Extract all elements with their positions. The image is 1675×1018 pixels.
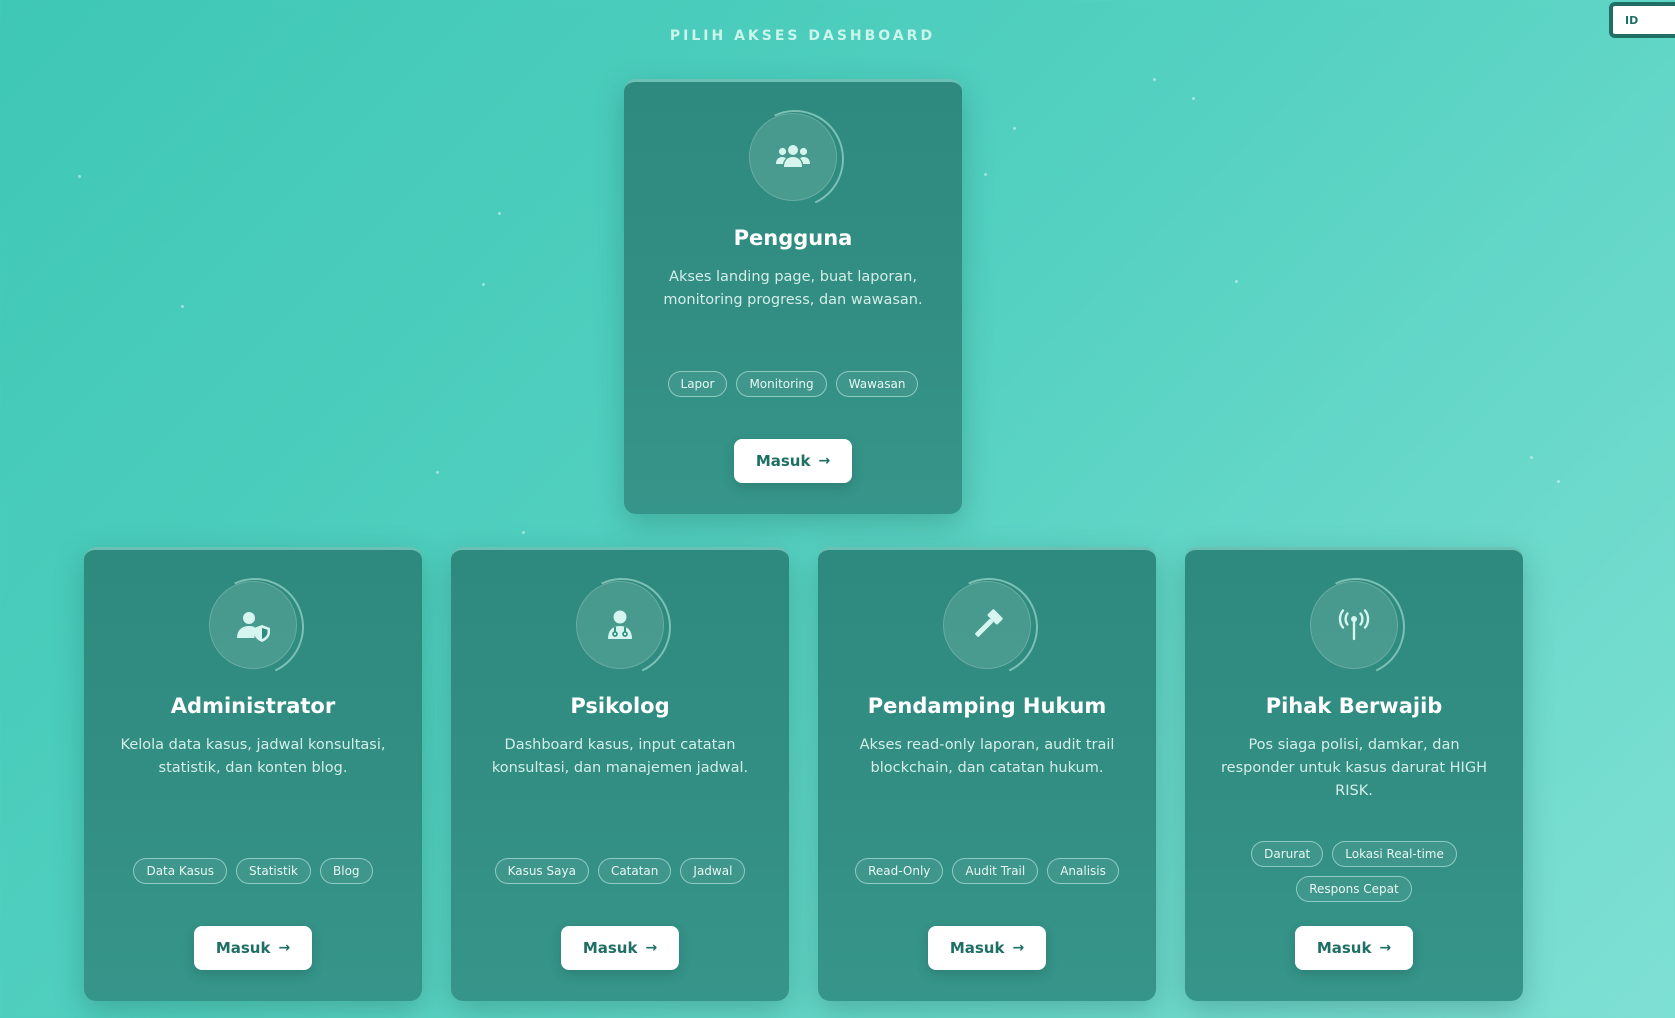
tag: Audit Trail [952,858,1039,884]
card-title: Administrator [170,694,336,718]
card-title: Pendamping Hukum [867,694,1107,718]
tag: Statistik [236,858,312,884]
particle [181,305,184,308]
tag-list: Kasus Saya Catatan Jadwal [461,858,779,884]
particle [498,212,501,215]
tag: Blog [320,858,373,884]
particle [436,471,439,474]
language-switcher[interactable]: ID [1609,2,1675,38]
arrow-right-icon: → [1012,940,1025,956]
particle [1530,456,1533,459]
arrow-right-icon: → [278,940,291,956]
button-label: Masuk [949,939,1005,957]
role-card-pihak-berwajib: Pihak Berwajib Pos siaga polisi, damkar,… [1185,547,1523,1001]
arrow-right-icon: → [818,453,831,469]
tag: Data Kasus [133,858,228,884]
particle [1013,127,1016,130]
tag-list: Lapor Monitoring Wawasan [634,371,952,397]
card-title: Psikolog [570,694,670,718]
role-card-psikolog: Psikolog Dashboard kasus, input catatan … [451,547,789,1001]
card-description: Akses read-only laporan, audit trail blo… [859,737,1115,776]
button-label: Masuk [582,939,638,957]
particle [1153,78,1156,81]
tag: Lapor [667,371,728,397]
tag: Kasus Saya [494,858,589,884]
role-icon-badge [576,581,664,669]
arrow-right-icon: → [1379,940,1392,956]
card-description: Pos siaga polisi, damkar, dan responder … [1221,737,1487,799]
particle [522,531,525,534]
button-label: Masuk [755,452,811,470]
role-icon-badge [749,113,837,201]
users-icon [776,145,810,167]
tag: Read-Only [855,858,944,884]
broadcast-tower-icon [1338,609,1370,641]
arrow-right-icon: → [645,940,658,956]
button-label: Masuk [215,939,271,957]
tag-list: Darurat Lokasi Real-time Respons Cepat [1225,841,1483,902]
particle [1192,97,1195,100]
page-heading: PILIH AKSES DASHBOARD [669,28,936,44]
user-doctor-icon [608,610,632,639]
tag: Jadwal [680,858,746,884]
gavel-icon [975,609,1003,637]
particle [482,283,485,286]
enter-button-pihak-berwajib[interactable]: Masuk → [1295,926,1413,970]
tag: Darurat [1251,841,1324,867]
tag-list: Read-Only Audit Trail Analisis [828,858,1146,884]
tag: Wawasan [835,371,919,397]
role-card-administrator: Administrator Kelola data kasus, jadwal … [84,547,422,1001]
card-description: Kelola data kasus, jadwal konsultasi, st… [120,737,386,776]
particle [984,173,987,176]
particle [1557,480,1560,483]
role-icon-badge [1310,581,1398,669]
particle [1235,280,1238,283]
tag: Lokasi Real-time [1332,841,1457,867]
button-label: Masuk [1316,939,1372,957]
tag: Analisis [1047,858,1119,884]
card-description: Akses landing page, buat laporan, monito… [663,269,923,308]
tag: Catatan [597,858,672,884]
role-card-pendamping-hukum: Pendamping Hukum Akses read-only laporan… [818,547,1156,1001]
tag: Monitoring [736,371,827,397]
tag: Respons Cepat [1296,876,1412,902]
card-title: Pihak Berwajib [1265,694,1443,718]
enter-button-pengguna[interactable]: Masuk → [734,439,852,483]
tag-list: Data Kasus Statistik Blog [94,858,412,884]
user-shield-icon [237,612,270,642]
role-icon-badge [943,581,1031,669]
role-card-pengguna: Pengguna Akses landing page, buat lapora… [624,79,962,514]
enter-button-psikolog[interactable]: Masuk → [561,926,679,970]
card-title: Pengguna [733,226,853,250]
enter-button-administrator[interactable]: Masuk → [194,926,312,970]
enter-button-pendamping-hukum[interactable]: Masuk → [928,926,1046,970]
particle [78,175,81,178]
card-description: Dashboard kasus, input catatan konsultas… [491,737,749,776]
role-icon-badge [209,581,297,669]
